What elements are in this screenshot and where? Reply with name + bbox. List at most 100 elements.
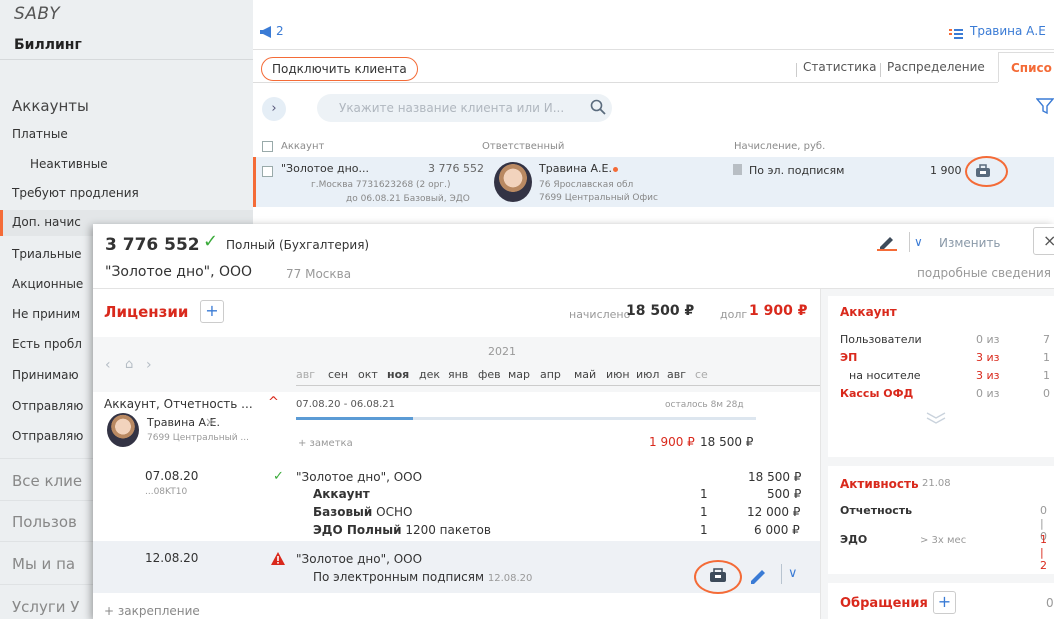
timeline-month[interactable]: дек: [419, 368, 440, 381]
timeline-month[interactable]: се: [695, 368, 708, 381]
add-note-link[interactable]: + заметка: [298, 438, 353, 449]
pencil-icon[interactable]: [748, 565, 768, 585]
add-pin-link[interactable]: + закрепление: [104, 604, 200, 618]
sidebar-item-problems[interactable]: Есть пробл: [12, 337, 82, 351]
timeline-month[interactable]: авг: [296, 368, 315, 381]
sidebar-item-promo[interactable]: Акционные: [12, 277, 83, 291]
column-header-responsible[interactable]: Ответственный: [482, 141, 564, 152]
tab-statistics[interactable]: Статистика: [803, 60, 877, 74]
timeline-month[interactable]: июн: [606, 368, 630, 381]
license-office: 7699 Центральный ...: [147, 433, 249, 443]
divider: [909, 232, 910, 252]
timeline-month[interactable]: фев: [478, 368, 501, 381]
timeline-month[interactable]: авг: [667, 368, 686, 381]
row-charge-amount: 1 900: [930, 164, 962, 177]
expand-sidebar-button[interactable]: ›: [262, 97, 286, 121]
license-progress-fill: [296, 417, 413, 420]
accrued-label: начислено: [569, 308, 631, 321]
chevron-up-icon[interactable]: ^: [268, 395, 279, 410]
home-icon[interactable]: ⌂: [125, 357, 133, 372]
avatar: [107, 413, 139, 447]
row-charge-type: По эл. подписям: [749, 164, 845, 177]
filter-icon[interactable]: [1035, 97, 1054, 115]
sidebar-users[interactable]: Пользов: [12, 513, 77, 531]
remove-person-icon[interactable]: ×: [205, 415, 215, 429]
app-logo: SABY: [14, 4, 61, 24]
account-row-label[interactable]: Кассы ОФД: [840, 387, 913, 400]
column-header-charges[interactable]: Начисление, руб.: [734, 141, 825, 152]
megaphone-icon[interactable]: [259, 24, 275, 38]
details-link[interactable]: подробные сведения: [917, 266, 1051, 280]
add-request-button[interactable]: +: [933, 591, 956, 614]
expand-chevron-icon[interactable]: [926, 410, 946, 424]
sidebar-all-clients[interactable]: Все клие: [12, 472, 82, 490]
account-card-title[interactable]: Аккаунт: [840, 305, 897, 319]
sidebar-item-renewal[interactable]: Требуют продления: [12, 186, 139, 200]
tab-list[interactable]: Списо: [998, 52, 1054, 82]
timeline-month[interactable]: май: [574, 368, 596, 381]
timeline-month[interactable]: апр: [540, 368, 561, 381]
timeline-month[interactable]: янв: [448, 368, 468, 381]
panel-client[interactable]: "Золотое дно", ООО: [105, 264, 252, 280]
sidebar-partners[interactable]: Мы и па: [12, 555, 75, 573]
tab-separator: [796, 63, 797, 77]
document-icon: [733, 164, 742, 175]
op1-line-2: Базовый ОСНО: [313, 505, 413, 519]
connect-client-button[interactable]: Подключить клиента: [261, 57, 418, 81]
sidebar-item-extra-charges[interactable]: Доп. начис: [12, 215, 81, 229]
timeline-month[interactable]: ноя: [387, 368, 409, 381]
search-icon[interactable]: [590, 99, 606, 115]
notification-count[interactable]: 2: [276, 24, 284, 38]
timeline-month[interactable]: сен: [328, 368, 348, 381]
account-row-rest: 7: [1043, 333, 1050, 346]
add-license-button[interactable]: +: [200, 300, 224, 323]
op1-code: ...08KT10: [145, 487, 188, 497]
account-row-label: на носителе: [849, 369, 921, 382]
accrued-value: 18 500 ₽: [626, 303, 695, 319]
chevron-left-icon[interactable]: ‹: [105, 357, 111, 373]
sidebar-section-accounts[interactable]: Аккаунты: [12, 97, 89, 115]
pencil-icon[interactable]: [877, 233, 897, 251]
sidebar-item-trial[interactable]: Триальные: [12, 247, 82, 261]
edit-button[interactable]: Изменить: [939, 236, 1001, 250]
search-input[interactable]: Укажите название клиента или И...: [317, 94, 612, 122]
timeline-month[interactable]: мар: [508, 368, 530, 381]
account-row-label[interactable]: ЭП: [840, 351, 857, 364]
license-total: 18 500 ₽: [700, 435, 754, 449]
chevron-down-icon[interactable]: ∨: [788, 566, 798, 581]
tab-distribution[interactable]: Распределение: [887, 60, 985, 74]
row-checkbox[interactable]: [262, 166, 273, 177]
row-responsible-name[interactable]: Травина А.Е.: [539, 162, 612, 175]
chevron-right-icon[interactable]: ›: [146, 357, 152, 373]
timeline-month[interactable]: июл: [636, 368, 659, 381]
signature-icon[interactable]: [975, 163, 991, 177]
sidebar-item-not-accepting[interactable]: Не приним: [12, 307, 80, 321]
sidebar-item-sending-2[interactable]: Отправляю: [12, 429, 83, 443]
check-icon: ✓: [203, 231, 219, 252]
activity-row-extra: > 3х мес: [920, 535, 967, 546]
sidebar-item-paid[interactable]: Платные: [12, 127, 68, 141]
debt-label: долг: [720, 308, 748, 321]
divider: [253, 49, 1054, 50]
select-all-checkbox[interactable]: [262, 141, 273, 152]
avatar: [494, 162, 532, 202]
column-header-account[interactable]: Аккаунт: [281, 141, 324, 152]
sidebar-item-inactive[interactable]: Неактивные: [30, 157, 108, 171]
sidebar-item-sending-1[interactable]: Отправляю: [12, 399, 83, 413]
requests-card-title[interactable]: Обращения: [840, 596, 928, 611]
close-icon[interactable]: ×: [1033, 227, 1054, 255]
signature-icon[interactable]: [709, 568, 727, 583]
timeline-month[interactable]: окт: [358, 368, 378, 381]
current-user[interactable]: Травина А.Е: [970, 24, 1046, 38]
sidebar-item-accepting[interactable]: Принимаю: [12, 368, 79, 382]
op1-sum-2: 12 000 ₽: [747, 505, 801, 519]
account-row-val: 3 из: [976, 351, 1000, 364]
license-item-title[interactable]: Аккаунт, Отчетность ...: [104, 397, 253, 411]
op1-line-1: Аккаунт: [313, 487, 370, 501]
activity-card-title[interactable]: Активность: [840, 477, 919, 491]
license-time-left: осталось 8м 28д: [665, 400, 744, 410]
tab-separator: [880, 63, 881, 77]
billing-title[interactable]: Биллинг: [14, 31, 253, 59]
chevron-down-icon[interactable]: ∨: [914, 235, 923, 249]
sidebar-services[interactable]: Услуги У: [12, 598, 79, 616]
